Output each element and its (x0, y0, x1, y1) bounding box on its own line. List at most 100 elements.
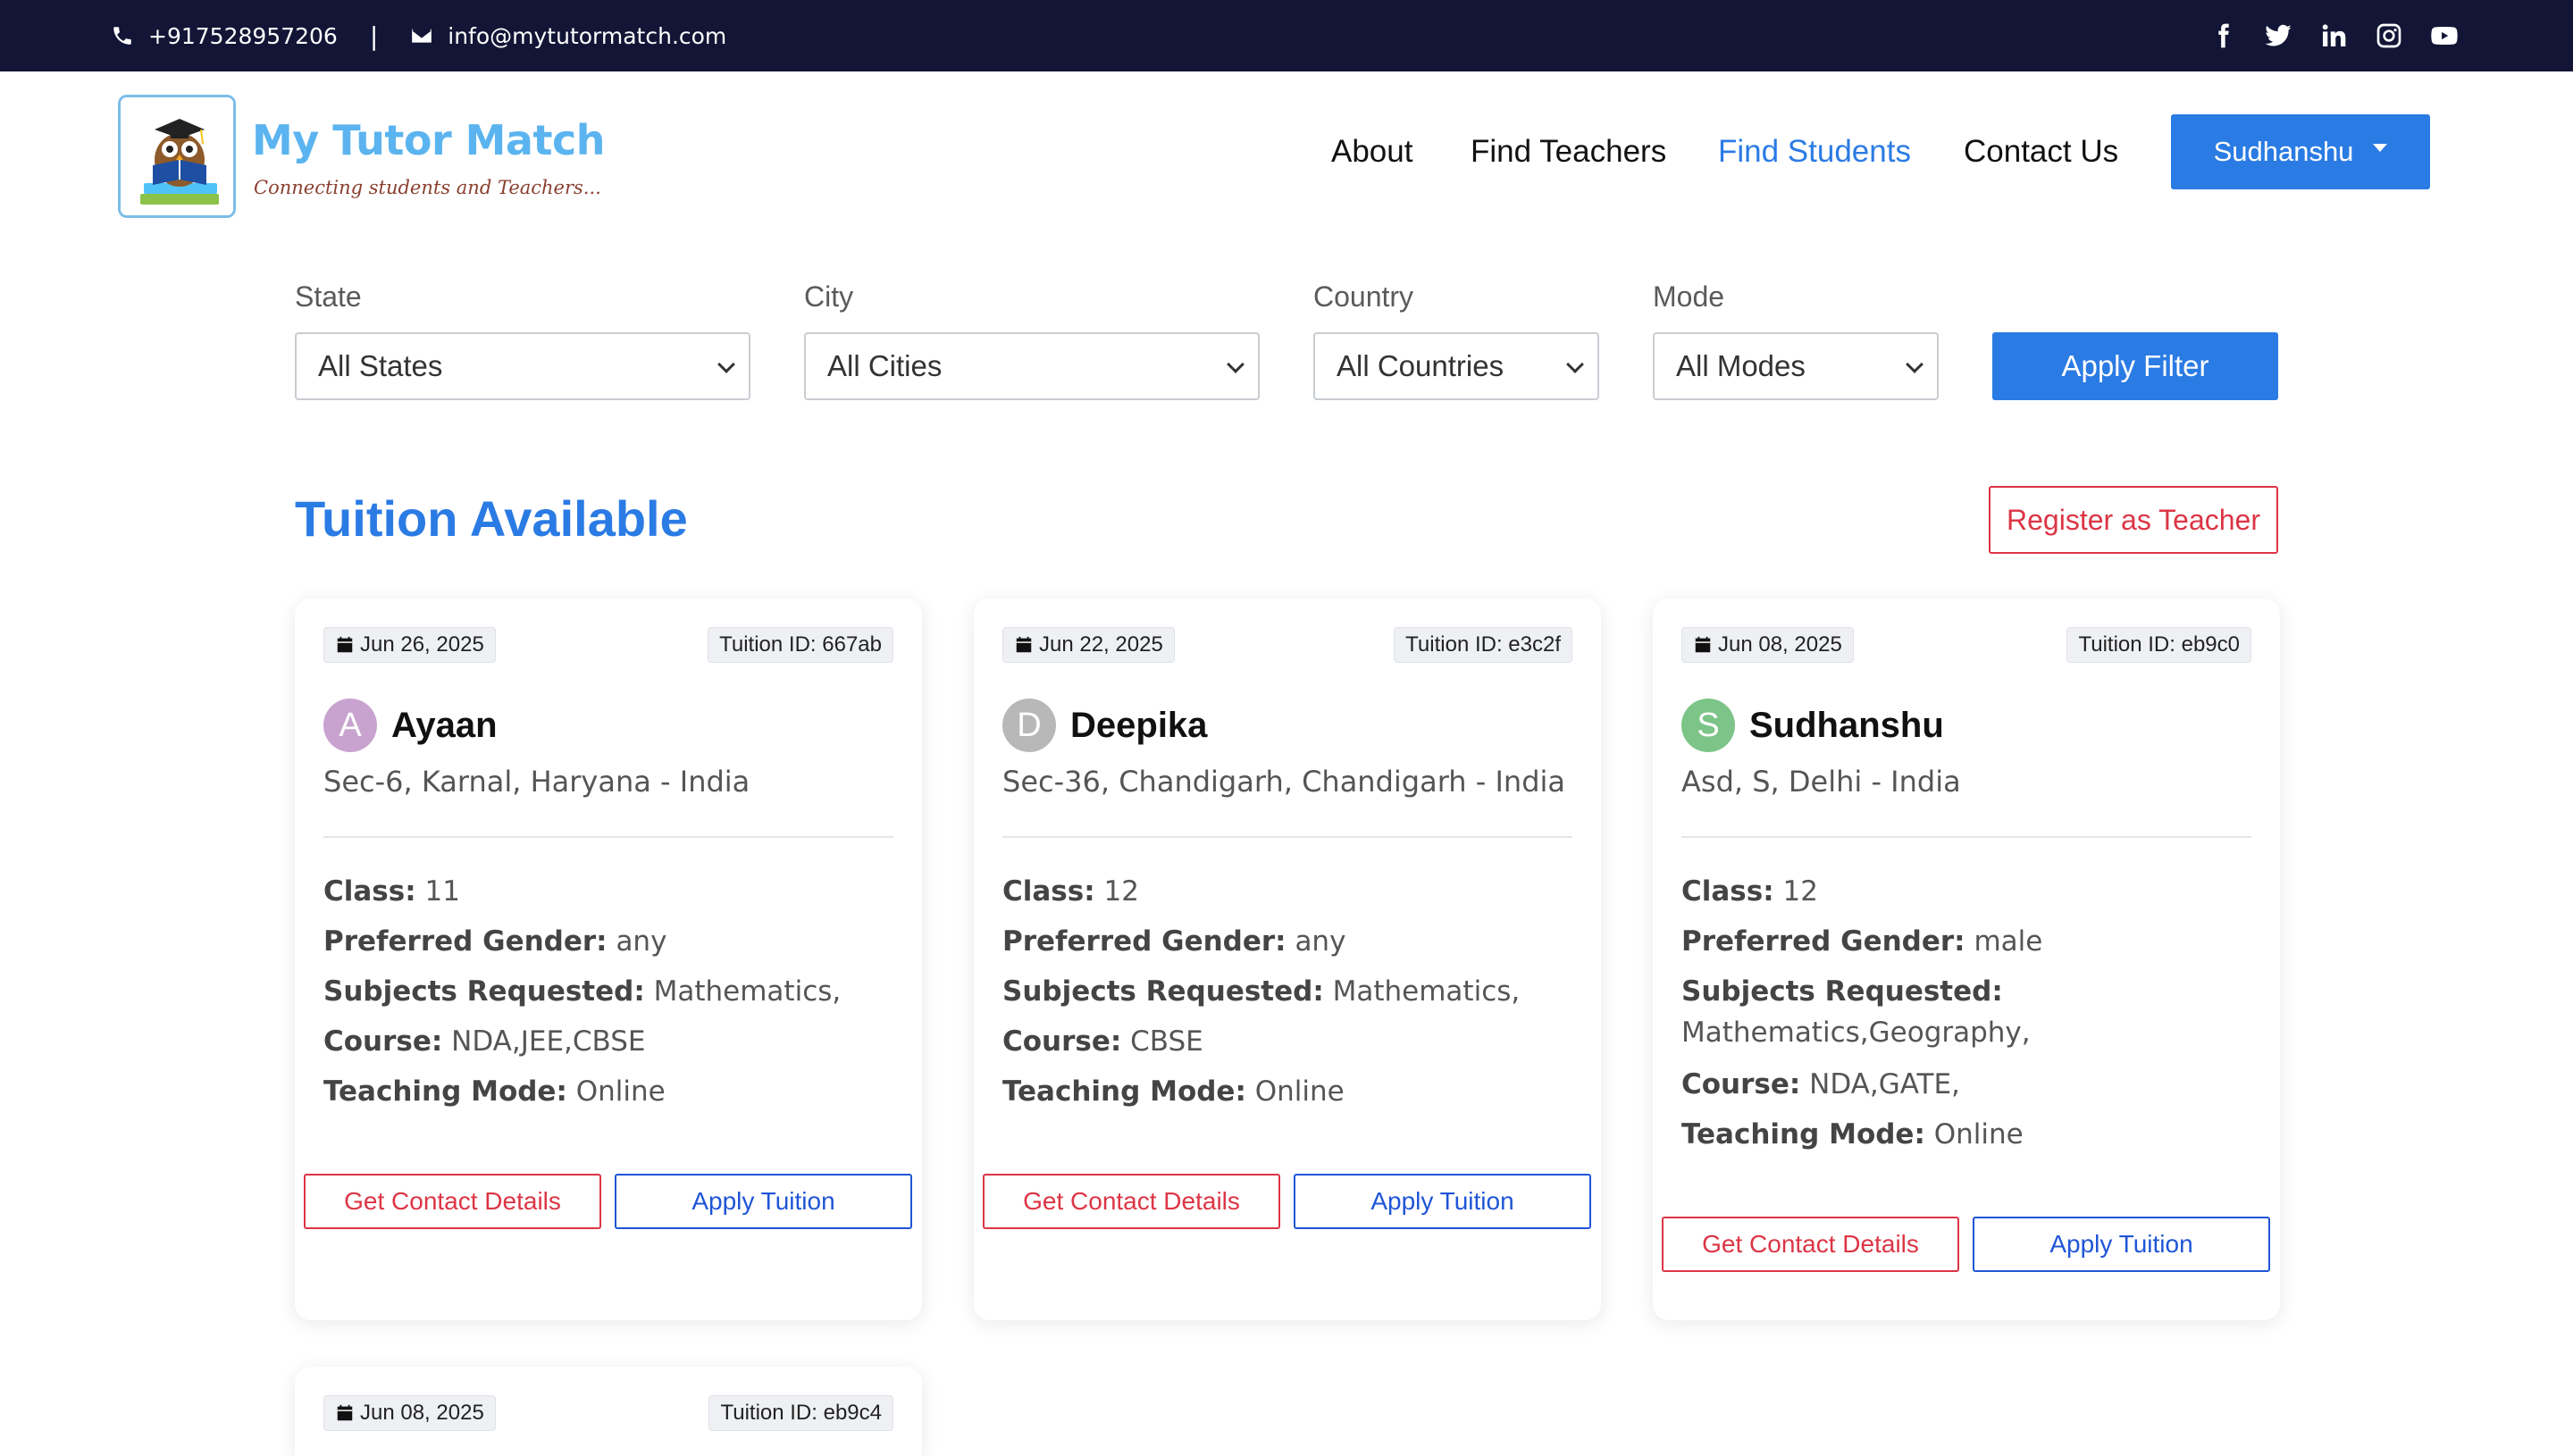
twitter-icon[interactable] (2262, 20, 2294, 52)
logo[interactable] (118, 95, 236, 218)
brand-name[interactable]: My Tutor Match (252, 116, 605, 164)
owl-reading-logo-icon (121, 97, 233, 215)
nav-about[interactable]: About (1331, 114, 1412, 189)
card-divider (1002, 836, 1572, 838)
user-name: Sudhanshu (2213, 136, 2354, 167)
get-contact-details-button[interactable]: Get Contact Details (304, 1174, 601, 1229)
contact-separator: | (369, 21, 379, 51)
mode-select[interactable]: All Modes (1653, 332, 1939, 400)
get-contact-details-button[interactable]: Get Contact Details (1662, 1217, 1959, 1272)
nav-find-students[interactable]: Find Students (1718, 114, 1911, 189)
tuition-card: Jun 08, 2025 Tuition ID: eb9c4 (295, 1367, 922, 1456)
class-value: 11 (424, 875, 460, 908)
date-badge: Jun 08, 2025 (1681, 627, 1854, 663)
course-label: Course: (1002, 1025, 1122, 1058)
student-location: Asd, S, Delhi - India (1681, 765, 1961, 799)
tuition-card: Jun 26, 2025 Tuition ID: 667ab A Ayaan S… (295, 598, 922, 1320)
course-value: NDA,GATE, (1809, 1068, 1960, 1100)
chevron-down-icon (717, 356, 735, 373)
subjects-label: Subjects Requested: (1002, 975, 1324, 1008)
caret-down-icon (2373, 143, 2388, 152)
student-name: Sudhanshu (1749, 705, 1944, 745)
calendar-icon (1016, 636, 1032, 653)
nav-find-teachers[interactable]: Find Teachers (1471, 114, 1666, 189)
tuition-details: Class: 12 Preferred Gender: male Subject… (1681, 866, 2244, 1159)
date-badge: Jun 26, 2025 (323, 627, 496, 663)
tuition-card: Jun 22, 2025 Tuition ID: e3c2f D Deepika… (974, 598, 1601, 1320)
tuition-id-badge: Tuition ID: e3c2f (1394, 627, 1572, 663)
facebook-icon[interactable] (2207, 20, 2239, 52)
email-address: info@mytutormatch.com (448, 22, 727, 49)
country-label: Country (1313, 280, 1414, 313)
linkedin-icon[interactable] (2317, 20, 2350, 52)
section-title: Tuition Available (295, 490, 688, 547)
state-label: State (295, 280, 362, 313)
tuition-id-badge: Tuition ID: eb9c0 (2066, 627, 2251, 663)
city-label: City (804, 280, 854, 313)
social-links (2207, 0, 2460, 71)
tuition-id-badge: Tuition ID: eb9c4 (708, 1395, 893, 1431)
state-select[interactable]: All States (295, 332, 750, 400)
calendar-icon (337, 1404, 353, 1421)
contact-info: +917528957206 | info@mytutormatch.com (111, 0, 726, 71)
phone-number: +917528957206 (148, 22, 338, 49)
avatar: D (1002, 699, 1056, 752)
apply-filter-button[interactable]: Apply Filter (1992, 332, 2278, 400)
youtube-icon[interactable] (2428, 20, 2460, 52)
gender-label: Preferred Gender: (1002, 925, 1286, 958)
city-select[interactable]: All Cities (804, 332, 1260, 400)
course-value: NDA,JEE,CBSE (451, 1025, 646, 1058)
tuition-id-badge: Tuition ID: 667ab (708, 627, 893, 663)
student-name: Ayaan (391, 705, 498, 745)
date-text: Jun 26, 2025 (360, 632, 484, 657)
tuition-details: Class: 11 Preferred Gender: any Subjects… (323, 866, 886, 1117)
mode-label: Teaching Mode: (1002, 1075, 1246, 1108)
card-divider (1681, 836, 2251, 838)
date-text: Jun 22, 2025 (1039, 632, 1163, 657)
country-select[interactable]: All Countries (1313, 332, 1599, 400)
gender-value: any (616, 925, 667, 958)
class-value: 12 (1103, 875, 1139, 908)
nav-contact-us[interactable]: Contact Us (1964, 114, 2118, 189)
user-menu-button[interactable]: Sudhanshu (2171, 114, 2430, 189)
city-value: All Cities (827, 349, 943, 382)
get-contact-details-button[interactable]: Get Contact Details (983, 1174, 1280, 1229)
course-label: Course: (1681, 1068, 1801, 1100)
apply-tuition-button[interactable]: Apply Tuition (1973, 1217, 2270, 1272)
apply-tuition-button[interactable]: Apply Tuition (1294, 1174, 1591, 1229)
student-name: Deepika (1070, 705, 1208, 745)
instagram-icon[interactable] (2373, 20, 2405, 52)
gender-label: Preferred Gender: (323, 925, 608, 958)
subjects-value: Mathematics, (1332, 975, 1521, 1008)
mode-label: Mode (1653, 280, 1725, 313)
mode-label: Teaching Mode: (323, 1075, 567, 1108)
mode-label: Teaching Mode: (1681, 1118, 1925, 1151)
apply-tuition-button[interactable]: Apply Tuition (615, 1174, 912, 1229)
phone-link[interactable]: +917528957206 (111, 23, 338, 49)
class-label: Class: (323, 875, 416, 908)
class-value: 12 (1782, 875, 1818, 908)
register-teacher-button[interactable]: Register as Teacher (1989, 486, 2278, 554)
gender-label: Preferred Gender: (1681, 925, 1965, 958)
mode-value: Online (1254, 1075, 1345, 1108)
subjects-value: Mathematics, (653, 975, 842, 1008)
date-text: Jun 08, 2025 (360, 1401, 484, 1425)
subjects-value: Mathematics,Geography, (1681, 1017, 2031, 1049)
mode-value: Online (1933, 1118, 2024, 1151)
avatar: A (323, 699, 377, 752)
mode-value: All Modes (1676, 349, 1806, 382)
chevron-down-icon (1906, 356, 1923, 373)
date-text: Jun 08, 2025 (1718, 632, 1842, 657)
student-location: Sec-36, Chandigarh, Chandigarh - India (1002, 765, 1565, 799)
chevron-down-icon (1227, 356, 1245, 373)
card-divider (323, 836, 893, 838)
avatar: S (1681, 699, 1735, 752)
state-value: All States (318, 349, 443, 382)
calendar-icon (337, 636, 353, 653)
date-badge: Jun 22, 2025 (1002, 627, 1175, 663)
tuition-card: Jun 08, 2025 Tuition ID: eb9c0 S Sudhans… (1653, 598, 2280, 1320)
subjects-label: Subjects Requested: (323, 975, 645, 1008)
phone-icon (113, 27, 131, 45)
gender-value: any (1295, 925, 1346, 958)
email-link[interactable]: info@mytutormatch.com (410, 23, 726, 49)
